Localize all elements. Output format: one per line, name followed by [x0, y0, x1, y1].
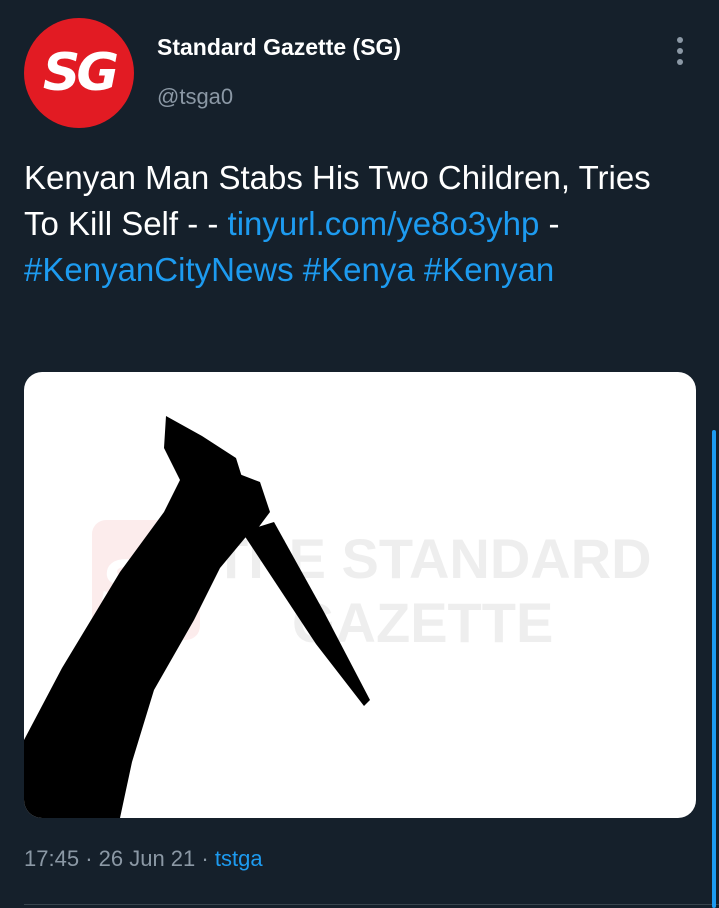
more-dot — [677, 48, 683, 54]
scrollbar[interactable] — [712, 430, 716, 908]
author-display-name[interactable]: Standard Gazette (SG) — [157, 34, 401, 61]
hashtag-link[interactable]: #Kenyan — [424, 251, 554, 288]
divider — [24, 904, 719, 905]
tweet-separator: - — [548, 205, 560, 242]
more-options-icon[interactable] — [666, 34, 694, 68]
tweet-date[interactable]: 26 Jun 21 — [99, 846, 196, 871]
more-dot — [677, 59, 683, 65]
dot-separator: · — [201, 846, 209, 871]
tweet-time[interactable]: 17:45 — [24, 846, 79, 871]
avatar-logo-text: SG — [42, 43, 119, 103]
dot-separator: · — [85, 846, 93, 871]
knife-hand-illustration: SG THE STANDARD GAZETTE — [24, 416, 652, 818]
tweet-source-link[interactable]: tstga — [215, 846, 263, 871]
tweet-timestamp: 17:45 · 26 Jun 21 · tstga — [24, 846, 263, 872]
tweet-media-image[interactable]: SG THE STANDARD GAZETTE — [24, 372, 696, 818]
avatar[interactable]: SG — [24, 18, 134, 128]
tweet-link[interactable]: tinyurl.com/ye8o3yhp — [228, 205, 540, 242]
hashtag-link[interactable]: #KenyanCityNews — [24, 251, 294, 288]
more-dot — [677, 37, 683, 43]
tweet-text: Kenyan Man Stabs His Two Children, Tries… — [24, 155, 674, 293]
author-handle[interactable]: @tsga0 — [157, 84, 233, 110]
hashtag-link[interactable]: #Kenya — [303, 251, 415, 288]
